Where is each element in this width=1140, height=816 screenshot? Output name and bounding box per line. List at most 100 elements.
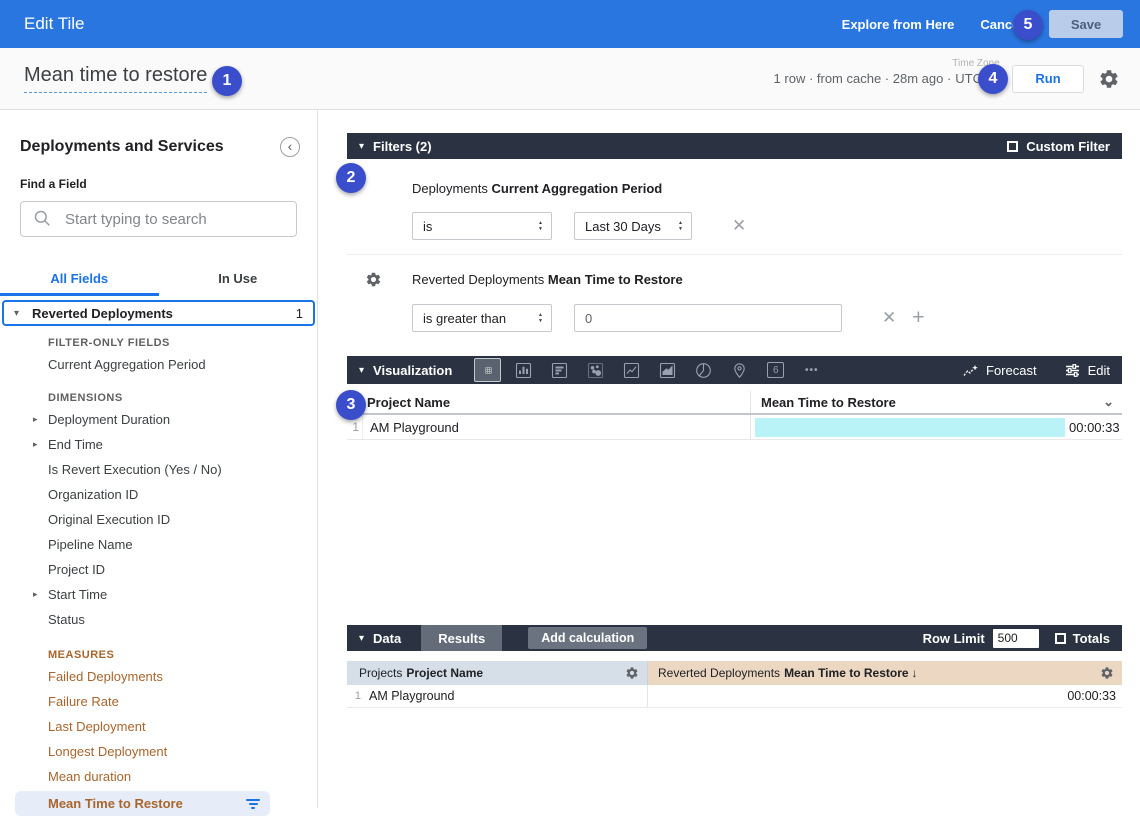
field-current-aggregation-period[interactable]: Current Aggregation Period: [0, 352, 317, 377]
field-list: FILTER-ONLY FIELDS Current Aggregation P…: [0, 334, 317, 816]
more-viz-types-icon[interactable]: •••: [798, 358, 825, 382]
filter-2-field-label: Reverted Deployments Mean Time to Restor…: [412, 272, 683, 287]
tile-subheader: Mean time to restore 1 row · from cache …: [0, 48, 1140, 110]
results-header-row: Projects Project Name Reverted Deploymen…: [347, 661, 1122, 685]
filter-2-operator-select[interactable]: is greater than ▲▼: [412, 304, 552, 332]
query-settings-gear-icon[interactable]: [1098, 68, 1120, 90]
filter-divider: [347, 254, 1122, 255]
viz-type-area-chart-icon[interactable]: [654, 358, 681, 382]
viz-col-project-name[interactable]: Project Name: [347, 391, 751, 413]
forecast-button[interactable]: Forecast: [963, 363, 1037, 378]
sliders-icon: [1065, 363, 1080, 378]
filter-1-view-name: Deployments: [412, 181, 488, 196]
field-is-revert-execution[interactable]: Is Revert Execution (Yes / No): [0, 457, 317, 482]
filter-1-value-select[interactable]: Last 30 Days ▲▼: [574, 212, 692, 240]
viz-type-line-chart-icon[interactable]: [618, 358, 645, 382]
view-row-reverted-deployments[interactable]: ▾ Reverted Deployments 1: [2, 300, 315, 326]
forecast-icon: [963, 363, 978, 378]
viz-cell-project-name: AM Playground: [363, 420, 459, 435]
viz-type-table-icon[interactable]: [474, 358, 501, 382]
viz-type-bar-chart-icon[interactable]: [546, 358, 573, 382]
tab-all-fields[interactable]: All Fields: [0, 260, 159, 296]
field-failure-rate[interactable]: Failure Rate: [0, 689, 317, 714]
explore-from-here-link[interactable]: Explore from Here: [842, 17, 955, 32]
viz-type-map-pin-icon[interactable]: [726, 358, 753, 382]
field-end-time[interactable]: ▸End Time: [0, 432, 317, 457]
arrow-right-icon[interactable]: ▸: [33, 439, 38, 450]
results-tab[interactable]: Results: [421, 625, 502, 651]
row-limit-input[interactable]: [993, 629, 1039, 648]
field-project-id[interactable]: Project ID: [0, 557, 317, 582]
field-search-input[interactable]: [20, 201, 297, 237]
field-deployment-duration[interactable]: ▸Deployment Duration: [0, 407, 317, 432]
field-longest-deployment[interactable]: Longest Deployment: [0, 739, 317, 764]
visualization-header-label: Visualization: [373, 363, 452, 378]
arrow-right-icon[interactable]: ▸: [33, 414, 38, 425]
edit-viz-button[interactable]: Edit: [1065, 363, 1110, 378]
run-button[interactable]: Run: [1012, 65, 1084, 93]
field-failed-deployments[interactable]: Failed Deployments: [0, 664, 317, 689]
collapse-sidebar-button[interactable]: ‹: [280, 137, 300, 157]
remove-filter-2-icon[interactable]: ✕: [882, 308, 896, 328]
results-row[interactable]: 1 AM Playground 00:00:33: [347, 685, 1122, 708]
column-gear-icon[interactable]: [1100, 666, 1114, 680]
filter-2-value-input[interactable]: [574, 304, 842, 332]
filter-1-field-name: Current Aggregation Period: [492, 181, 663, 196]
field-organization-id[interactable]: Organization ID: [0, 482, 317, 507]
custom-filter-checkbox[interactable]: [1007, 141, 1018, 152]
view-field-count: 1: [296, 306, 303, 321]
filter-2-gear-icon[interactable]: [365, 271, 382, 288]
single-value-glyph: 6: [767, 362, 784, 378]
data-header-bar[interactable]: ▾ Data Results Add calculation Row Limit…: [347, 625, 1122, 651]
viz-type-scatter-plot-icon[interactable]: [582, 358, 609, 382]
field-last-deployment[interactable]: Last Deployment: [0, 714, 317, 739]
section-measures: MEASURES: [0, 646, 317, 664]
filter-1-operator-select[interactable]: is ▲▼: [412, 212, 552, 240]
field-mean-time-to-restore-selected[interactable]: Mean Time to Restore: [15, 791, 270, 816]
filter-by-field-icon[interactable]: [246, 799, 260, 809]
totals-checkbox[interactable]: [1055, 633, 1066, 644]
viz-type-single-value-icon[interactable]: 6: [762, 358, 789, 382]
save-button[interactable]: Save: [1049, 10, 1123, 38]
visualization-header-bar[interactable]: ▾ Visualization: [347, 356, 1122, 384]
sort-descending-icon[interactable]: ↓: [912, 666, 918, 680]
add-calculation-button[interactable]: Add calculation: [528, 627, 647, 649]
viz-table-header-row: Project Name Mean Time to Restore ⌄: [347, 391, 1122, 415]
viz-type-pie-chart-icon[interactable]: [690, 358, 717, 382]
visualization-panel: ▾ Visualization: [347, 356, 1122, 625]
tab-in-use[interactable]: In Use: [159, 260, 318, 296]
annotation-badge-4: 4: [978, 64, 1008, 94]
filters-header-bar[interactable]: ▾ Filters (2) Custom Filter: [347, 133, 1122, 159]
field-pipeline-name[interactable]: Pipeline Name: [0, 532, 317, 557]
viz-cell-value: 00:00:33: [1069, 420, 1120, 435]
caret-down-icon: ▾: [14, 308, 19, 319]
viz-table-row[interactable]: 1 AM Playground 00:00:33: [347, 415, 1122, 440]
filter-2-view-name: Reverted Deployments: [412, 272, 544, 287]
annotation-badge-5: 5: [1013, 10, 1043, 40]
field-original-execution-id[interactable]: Original Execution ID: [0, 507, 317, 532]
results-col-project-name[interactable]: Projects Project Name: [347, 661, 648, 685]
field-status[interactable]: Status: [0, 607, 317, 632]
search-icon: [33, 209, 52, 228]
annotation-badge-2: 2: [336, 163, 366, 193]
filters-panel: ▾ Filters (2) Custom Filter Deployments …: [347, 133, 1122, 347]
filter-2-field-name: Mean Time to Restore: [548, 272, 683, 287]
field-mean-duration[interactable]: Mean duration: [0, 764, 317, 789]
arrow-right-icon[interactable]: ▸: [33, 589, 38, 600]
field-tabs: All Fields In Use: [0, 260, 317, 296]
field-start-time[interactable]: ▸Start Time: [0, 582, 317, 607]
field-picker-sidebar: Deployments and Services ‹ Find a Field …: [0, 110, 318, 808]
add-filter-icon[interactable]: +: [912, 306, 924, 330]
viz-col-mean-time-to-restore[interactable]: Mean Time to Restore ⌄: [751, 391, 1122, 413]
column-gear-icon[interactable]: [625, 666, 639, 680]
tile-title[interactable]: Mean time to restore: [24, 64, 207, 93]
results-col-mean-time-to-restore[interactable]: Reverted Deployments Mean Time to Restor…: [648, 661, 1122, 685]
data-panel: ▾ Data Results Add calculation Row Limit…: [347, 625, 1122, 708]
column-menu-chevron-icon[interactable]: ⌄: [1103, 394, 1114, 410]
remove-filter-1-icon[interactable]: ✕: [732, 216, 746, 236]
filter-1-field-label: Deployments Current Aggregation Period: [412, 181, 1122, 196]
caret-down-icon: ▾: [359, 141, 364, 152]
viz-type-column-chart-icon[interactable]: [510, 358, 537, 382]
annotation-badge-3: 3: [336, 390, 366, 420]
app-bar-title: Edit Tile: [24, 14, 84, 34]
